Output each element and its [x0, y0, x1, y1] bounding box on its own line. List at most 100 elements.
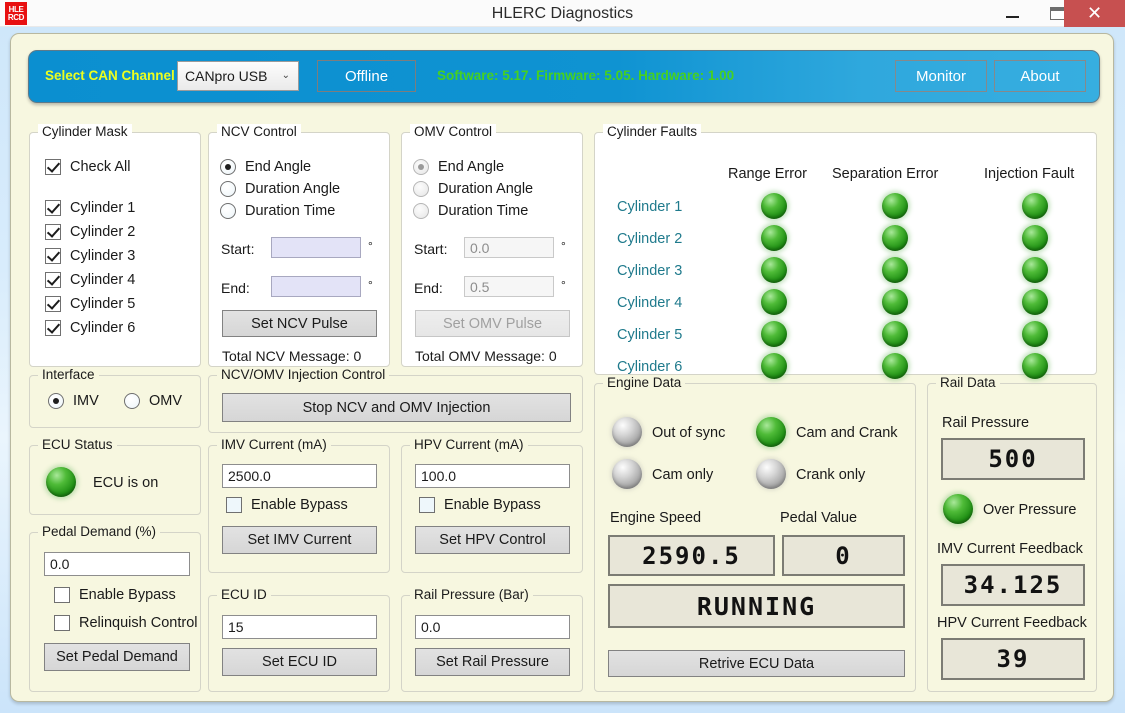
- radio-dot: [48, 393, 64, 409]
- set-imv-current-button[interactable]: Set IMV Current: [222, 526, 377, 554]
- checkbox-label: Cylinder 1: [70, 200, 136, 216]
- radio-interface-imv[interactable]: IMV: [48, 393, 99, 409]
- omv-end-unit: °: [561, 278, 566, 292]
- fault-row-label-3: Cylinder 3: [617, 263, 683, 279]
- led-cam-only: [612, 459, 642, 489]
- checkbox-box: [45, 320, 61, 336]
- checkbox-check-all[interactable]: Check All: [45, 159, 130, 175]
- set-pedal-demand-button[interactable]: Set Pedal Demand: [44, 643, 190, 671]
- set-omv-pulse-button[interactable]: Set OMV Pulse: [415, 310, 570, 337]
- checkbox-pedal-enable-bypass[interactable]: Enable Bypass: [54, 587, 176, 603]
- window-frame: Select CAN Channel CANpro USB ⌄ Offline …: [0, 27, 1125, 713]
- minimize-button[interactable]: [990, 0, 1035, 27]
- radio-dot: [220, 203, 236, 219]
- maximize-icon: [1050, 7, 1065, 20]
- checkbox-label: Enable Bypass: [444, 497, 541, 513]
- ecu-status-text: ECU is on: [93, 475, 159, 491]
- ncv-start-input[interactable]: [271, 237, 361, 258]
- title-bar: HLE RCD HLERC Diagnostics ✕: [0, 0, 1125, 27]
- checkbox-relinquish-control[interactable]: Relinquish Control: [54, 615, 197, 631]
- imv-current-input[interactable]: 2500.0: [222, 464, 377, 488]
- omv-control-legend: OMV Control: [410, 124, 497, 139]
- fault-row-label-1: Cylinder 1: [617, 199, 683, 215]
- monitor-button[interactable]: Monitor: [895, 60, 987, 92]
- checkbox-hpv-enable-bypass[interactable]: Enable Bypass: [419, 497, 541, 513]
- radio-label: Duration Angle: [245, 181, 341, 197]
- led-range-error-6: [761, 353, 787, 379]
- hpv-current-input[interactable]: 100.0: [415, 464, 570, 488]
- label-cam-and-crank: Cam and Crank: [796, 425, 898, 441]
- omv-start-input[interactable]: 0.0: [464, 237, 554, 258]
- pedal-demand-input[interactable]: 0.0: [44, 552, 190, 576]
- fault-row-label-5: Cylinder 5: [617, 327, 683, 343]
- led-range-error-5: [761, 321, 787, 347]
- radio-label: Duration Angle: [438, 181, 534, 197]
- led-crank-only: [756, 459, 786, 489]
- close-icon: ✕: [1086, 2, 1103, 24]
- set-ecu-id-button[interactable]: Set ECU ID: [222, 648, 377, 676]
- set-rail-pressure-button[interactable]: Set Rail Pressure: [415, 648, 570, 676]
- ncv-total-message: Total NCV Message: 0: [222, 348, 362, 364]
- omv-end-label: End:: [414, 280, 443, 296]
- radio-omv-duration-time[interactable]: Duration Time: [413, 203, 528, 219]
- checkbox-box: [45, 272, 61, 288]
- checkbox-label: Cylinder 6: [70, 320, 136, 336]
- checkbox-cylinder-4[interactable]: Cylinder 4: [45, 272, 135, 288]
- radio-label: OMV: [149, 393, 183, 409]
- offline-button[interactable]: Offline: [317, 60, 416, 92]
- checkbox-imv-enable-bypass[interactable]: Enable Bypass: [226, 497, 348, 513]
- rail-data-legend: Rail Data: [936, 375, 1000, 390]
- checkbox-cylinder-2[interactable]: Cylinder 2: [45, 224, 135, 240]
- pedal-demand-legend: Pedal Demand (%): [38, 524, 161, 539]
- column-header-separation-error: Separation Error: [832, 166, 939, 182]
- label-crank-only: Crank only: [796, 467, 866, 483]
- ncv-control-legend: NCV Control: [217, 124, 301, 139]
- imv-feedback-label: IMV Current Feedback: [937, 541, 1083, 557]
- can-channel-value: CANpro USB: [185, 68, 268, 84]
- set-hpv-control-button[interactable]: Set HPV Control: [415, 526, 570, 554]
- ecu-status-led: [46, 467, 76, 497]
- radio-omv-end-angle[interactable]: End Angle: [413, 159, 504, 175]
- window-title: HLERC Diagnostics: [491, 5, 634, 22]
- radio-dot: [413, 181, 429, 197]
- label-cam-only: Cam only: [652, 467, 714, 483]
- can-channel-select[interactable]: CANpro USB ⌄: [177, 61, 299, 91]
- ncv-end-input[interactable]: [271, 276, 361, 297]
- checkbox-cylinder-1[interactable]: Cylinder 1: [45, 200, 135, 216]
- about-button[interactable]: About: [994, 60, 1086, 92]
- engine-status-display: RUNNING: [608, 584, 905, 628]
- checkbox-label: Enable Bypass: [79, 587, 176, 603]
- checkbox-label: Cylinder 5: [70, 296, 136, 312]
- close-button[interactable]: ✕: [1064, 0, 1125, 27]
- checkbox-cylinder-3[interactable]: Cylinder 3: [45, 248, 135, 264]
- checkbox-label: Cylinder 4: [70, 272, 136, 288]
- radio-ncv-duration-time[interactable]: Duration Time: [220, 203, 335, 219]
- led-injection-fault-6: [1022, 353, 1048, 379]
- ncv-start-label: Start:: [221, 241, 255, 257]
- radio-ncv-duration-angle[interactable]: Duration Angle: [220, 181, 340, 197]
- pedal-value-label: Pedal Value: [780, 510, 858, 526]
- checkbox-label: Cylinder 3: [70, 248, 136, 264]
- radio-interface-omv[interactable]: OMV: [124, 393, 182, 409]
- omv-control-group: OMV Control End Angle Duration Angle Dur…: [401, 124, 583, 367]
- fault-row-label-2: Cylinder 2: [617, 231, 683, 247]
- checkbox-box: [45, 248, 61, 264]
- retrieve-ecu-data-button[interactable]: Retrive ECU Data: [608, 650, 905, 677]
- ecu-status-legend: ECU Status: [38, 437, 117, 452]
- led-separation-error-4: [882, 289, 908, 315]
- led-separation-error-6: [882, 353, 908, 379]
- radio-label: Duration Time: [438, 203, 529, 219]
- omv-end-input[interactable]: 0.5: [464, 276, 554, 297]
- led-injection-fault-5: [1022, 321, 1048, 347]
- led-out-of-sync: [612, 417, 642, 447]
- radio-ncv-end-angle[interactable]: End Angle: [220, 159, 311, 175]
- ecu-id-input[interactable]: 15: [222, 615, 377, 639]
- ncv-start-unit: °: [368, 239, 373, 253]
- radio-omv-duration-angle[interactable]: Duration Angle: [413, 181, 533, 197]
- checkbox-cylinder-5[interactable]: Cylinder 5: [45, 296, 135, 312]
- rail-pressure-input-legend: Rail Pressure (Bar): [410, 587, 533, 602]
- set-ncv-pulse-button[interactable]: Set NCV Pulse: [222, 310, 377, 337]
- stop-injection-button[interactable]: Stop NCV and OMV Injection: [222, 393, 571, 422]
- rail-pressure-input[interactable]: 0.0: [415, 615, 570, 639]
- checkbox-cylinder-6[interactable]: Cylinder 6: [45, 320, 135, 336]
